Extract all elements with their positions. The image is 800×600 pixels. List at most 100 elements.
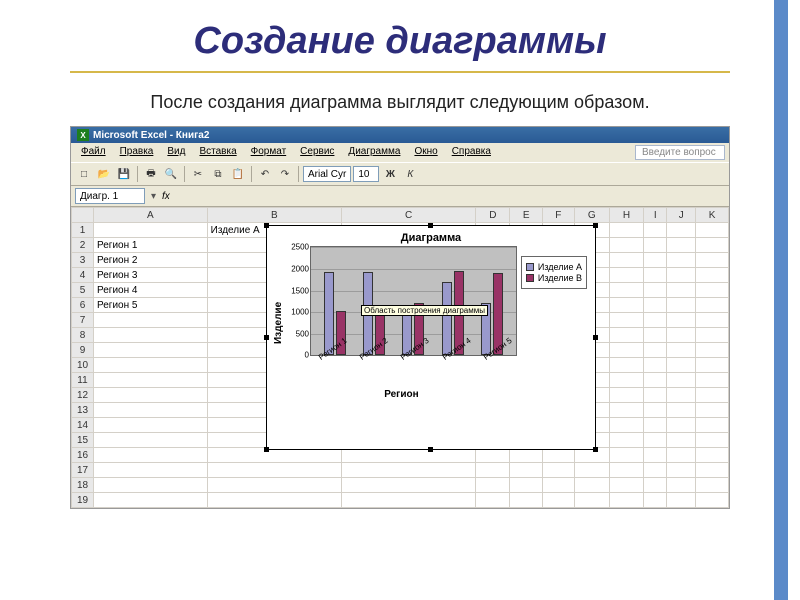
cell[interactable]	[696, 283, 729, 298]
cell[interactable]	[207, 478, 341, 493]
cell[interactable]	[667, 313, 696, 328]
resize-handle[interactable]	[264, 335, 269, 340]
cell[interactable]	[543, 463, 574, 478]
chart-title[interactable]: Диаграмма	[267, 226, 595, 246]
cell[interactable]	[94, 343, 208, 358]
resize-handle[interactable]	[593, 335, 598, 340]
cell[interactable]	[94, 313, 208, 328]
cell[interactable]	[574, 478, 609, 493]
cell[interactable]	[510, 463, 543, 478]
menu-view[interactable]: Вид	[161, 145, 191, 160]
column-header[interactable]: I	[644, 208, 667, 223]
resize-handle[interactable]	[593, 447, 598, 452]
row-header[interactable]: 10	[72, 358, 94, 373]
cell[interactable]	[609, 298, 643, 313]
cell[interactable]	[667, 253, 696, 268]
menu-format[interactable]: Формат	[245, 145, 293, 160]
cell[interactable]	[94, 403, 208, 418]
cell[interactable]: Регион 2	[94, 253, 208, 268]
row-header[interactable]: 2	[72, 238, 94, 253]
resize-handle[interactable]	[428, 223, 433, 228]
column-header[interactable]: D	[476, 208, 510, 223]
cell[interactable]	[94, 223, 208, 238]
cell[interactable]	[667, 298, 696, 313]
cell[interactable]	[341, 493, 475, 508]
new-icon[interactable]: □	[75, 165, 93, 183]
row-header[interactable]: 19	[72, 493, 94, 508]
cell[interactable]	[476, 493, 510, 508]
cell[interactable]	[667, 328, 696, 343]
cell[interactable]	[644, 493, 667, 508]
cell[interactable]	[609, 328, 643, 343]
cell[interactable]	[543, 493, 574, 508]
cell[interactable]	[667, 448, 696, 463]
cell[interactable]	[667, 493, 696, 508]
preview-icon[interactable]: 🔍	[162, 165, 180, 183]
cell[interactable]	[609, 373, 643, 388]
cell[interactable]	[696, 268, 729, 283]
cell[interactable]	[644, 313, 667, 328]
bold-icon[interactable]: Ж	[381, 165, 399, 183]
cell[interactable]	[609, 478, 643, 493]
cell[interactable]	[609, 223, 643, 238]
cell[interactable]	[696, 493, 729, 508]
cell[interactable]	[94, 328, 208, 343]
help-question-input[interactable]: Введите вопрос	[635, 145, 725, 160]
resize-handle[interactable]	[593, 223, 598, 228]
row-header[interactable]: 6	[72, 298, 94, 313]
cell[interactable]	[696, 418, 729, 433]
row-header[interactable]: 3	[72, 253, 94, 268]
cell[interactable]	[644, 328, 667, 343]
cell[interactable]	[667, 283, 696, 298]
cell[interactable]	[510, 478, 543, 493]
cell[interactable]	[696, 433, 729, 448]
cell[interactable]	[94, 388, 208, 403]
cell[interactable]	[510, 493, 543, 508]
x-axis-label[interactable]: Регион	[286, 389, 517, 400]
menu-chart[interactable]: Диаграмма	[342, 145, 406, 160]
cell[interactable]	[696, 238, 729, 253]
column-header[interactable]: C	[341, 208, 475, 223]
row-header[interactable]: 4	[72, 268, 94, 283]
column-header[interactable]: H	[609, 208, 643, 223]
cell[interactable]	[667, 358, 696, 373]
cell[interactable]	[644, 343, 667, 358]
cell[interactable]	[609, 433, 643, 448]
cell[interactable]: Регион 3	[94, 268, 208, 283]
row-header[interactable]: 8	[72, 328, 94, 343]
cell[interactable]	[574, 493, 609, 508]
menu-file[interactable]: Файл	[75, 145, 112, 160]
cell[interactable]	[696, 463, 729, 478]
chart-legend[interactable]: Изделие А Изделие В	[521, 256, 587, 289]
resize-handle[interactable]	[264, 447, 269, 452]
cell[interactable]	[644, 268, 667, 283]
cell[interactable]	[696, 448, 729, 463]
cell[interactable]	[207, 493, 341, 508]
cell[interactable]	[667, 433, 696, 448]
cell[interactable]	[667, 463, 696, 478]
cell[interactable]	[94, 478, 208, 493]
cell[interactable]	[696, 478, 729, 493]
undo-icon[interactable]: ↶	[256, 165, 274, 183]
cell[interactable]: Регион 1	[94, 238, 208, 253]
cell[interactable]	[94, 358, 208, 373]
cell[interactable]	[644, 388, 667, 403]
y-axis-label[interactable]: Изделие	[271, 246, 286, 400]
cell[interactable]	[644, 403, 667, 418]
open-icon[interactable]: 📂	[95, 165, 113, 183]
cell[interactable]	[94, 463, 208, 478]
cell[interactable]	[609, 493, 643, 508]
cell[interactable]	[609, 463, 643, 478]
font-name-select[interactable]: Arial Cyr	[303, 166, 351, 182]
cell[interactable]	[476, 463, 510, 478]
cell[interactable]	[644, 253, 667, 268]
cut-icon[interactable]: ✂	[189, 165, 207, 183]
menu-insert[interactable]: Вставка	[193, 145, 242, 160]
cell[interactable]	[609, 388, 643, 403]
redo-icon[interactable]: ↷	[276, 165, 294, 183]
column-header[interactable]: F	[543, 208, 574, 223]
cell[interactable]	[609, 283, 643, 298]
cell[interactable]	[696, 373, 729, 388]
row-header[interactable]: 17	[72, 463, 94, 478]
cell[interactable]	[476, 478, 510, 493]
